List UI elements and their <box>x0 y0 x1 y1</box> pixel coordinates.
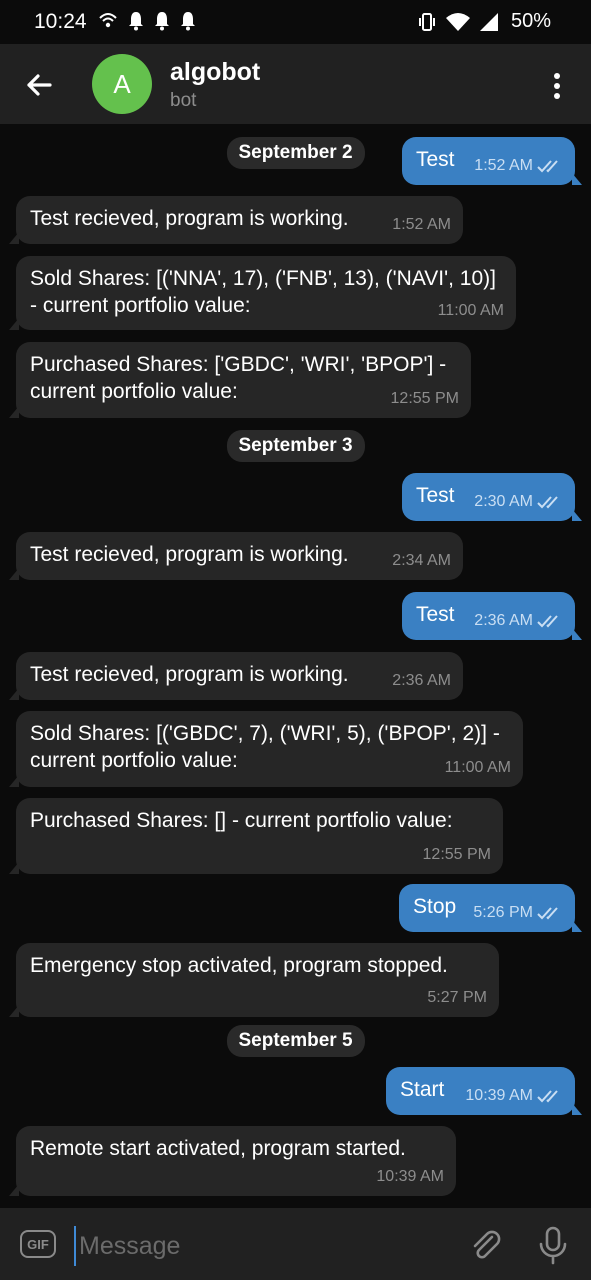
avatar[interactable]: A <box>92 54 152 114</box>
date-separator: September 5 <box>226 1025 365 1057</box>
message-time: 11:00 AM <box>437 302 504 319</box>
status-icons-left <box>98 11 196 31</box>
message-incoming[interactable]: Test recieved, program is working. 1:52 … <box>9 196 463 244</box>
message-incoming[interactable]: Purchased Shares: ['GBDC', 'WRI', 'BPOP'… <box>9 342 471 418</box>
message-time: 1:52 AM <box>474 157 533 174</box>
message-meta: 2:30 AM <box>474 488 563 515</box>
more-vert-icon[interactable] <box>547 70 567 102</box>
status-icons-right: 50% <box>417 10 551 33</box>
message-time: 11:00 AM <box>444 759 511 776</box>
vibrate-icon <box>418 12 435 31</box>
battery-percent: 50% <box>510 10 551 32</box>
message-outgoing[interactable]: Test 2:36 AM <box>402 592 582 640</box>
message-outgoing[interactable]: Test 1:52 AM <box>402 137 582 185</box>
message-meta: 5:26 PM <box>473 899 563 926</box>
notification-bell-icon <box>181 12 195 31</box>
message-meta: 1:52 AM <box>474 152 563 179</box>
double-check-icon <box>537 906 558 919</box>
message-text: Test recieved, program is working. <box>30 663 349 686</box>
message-text: Sold Shares: [('GBDC', 7), ('WRI', 5), (… <box>30 722 500 772</box>
message-time: 12:55 PM <box>390 390 459 407</box>
message-list[interactable]: September 2 Test 1:52 AM Test recieved, … <box>0 124 591 1208</box>
double-check-icon <box>537 614 558 627</box>
message-time: 10:39 AM <box>376 1168 444 1185</box>
message-time: 1:52 AM <box>392 216 451 233</box>
message-meta: 2:36 AM <box>474 607 563 634</box>
message-incoming[interactable]: Sold Shares: [('GBDC', 7), ('WRI', 5), (… <box>9 711 523 787</box>
message-text: Purchased Shares: [] - current portfolio… <box>30 809 453 832</box>
wifi-icon <box>445 12 470 31</box>
message-incoming[interactable]: Test recieved, program is working. 2:36 … <box>9 652 463 700</box>
message-text: Sold Shares: [('NNA', 17), ('FNB', 13), … <box>30 267 496 317</box>
message-time: 12:55 PM <box>422 846 491 863</box>
status-bar: 10:24 50% <box>0 0 591 44</box>
notification-bell-icon <box>129 12 143 31</box>
message-incoming[interactable]: Sold Shares: [('NNA', 17), ('FNB', 13), … <box>9 256 516 330</box>
message-outgoing[interactable]: Test 2:30 AM <box>402 473 582 521</box>
message-time: 2:34 AM <box>392 552 451 569</box>
message-input-bar: GIF <box>0 1208 591 1280</box>
message-text: Test recieved, program is working. <box>30 207 349 230</box>
chat-title[interactable]: algobot <box>170 58 260 87</box>
gif-button[interactable]: GIF <box>20 1230 56 1258</box>
microphone-icon[interactable] <box>536 1226 570 1266</box>
status-time: 10:24 <box>34 10 87 33</box>
message-time: 5:27 PM <box>427 989 487 1006</box>
message-text: Remote start activated, program started. <box>30 1137 406 1160</box>
message-text: Emergency stop activated, program stoppe… <box>30 954 448 977</box>
message-incoming[interactable]: Remote start activated, program started.… <box>9 1126 456 1196</box>
message-time: 2:36 AM <box>392 672 451 689</box>
double-check-icon <box>537 1089 558 1102</box>
message-time: 5:26 PM <box>473 904 533 921</box>
message-time: 10:39 AM <box>465 1087 533 1104</box>
notification-bell-icon <box>155 12 169 31</box>
message-outgoing[interactable]: Stop 5:26 PM <box>399 884 582 932</box>
message-text: Test recieved, program is working. <box>30 543 349 566</box>
date-separator: September 3 <box>226 430 365 462</box>
message-time: 2:36 AM <box>474 612 533 629</box>
chat-subtitle: bot <box>170 90 197 111</box>
message-time: 2:30 AM <box>474 493 533 510</box>
signal-icon <box>479 12 498 31</box>
message-outgoing[interactable]: Start 10:39 AM <box>386 1067 582 1115</box>
message-input[interactable] <box>74 1226 461 1266</box>
double-check-icon <box>537 495 558 508</box>
message-incoming[interactable]: Test recieved, program is working. 2:34 … <box>9 532 463 580</box>
date-separator: September 2 <box>226 137 365 169</box>
hotspot-icon <box>99 13 117 28</box>
paperclip-icon[interactable] <box>468 1228 504 1264</box>
message-meta: 10:39 AM <box>465 1082 563 1109</box>
back-arrow-icon[interactable] <box>22 68 56 102</box>
message-incoming[interactable]: Emergency stop activated, program stoppe… <box>9 943 499 1017</box>
message-incoming[interactable]: Purchased Shares: [] - current portfolio… <box>9 798 503 874</box>
chat-header: A algobot bot <box>0 44 591 124</box>
double-check-icon <box>537 159 558 172</box>
